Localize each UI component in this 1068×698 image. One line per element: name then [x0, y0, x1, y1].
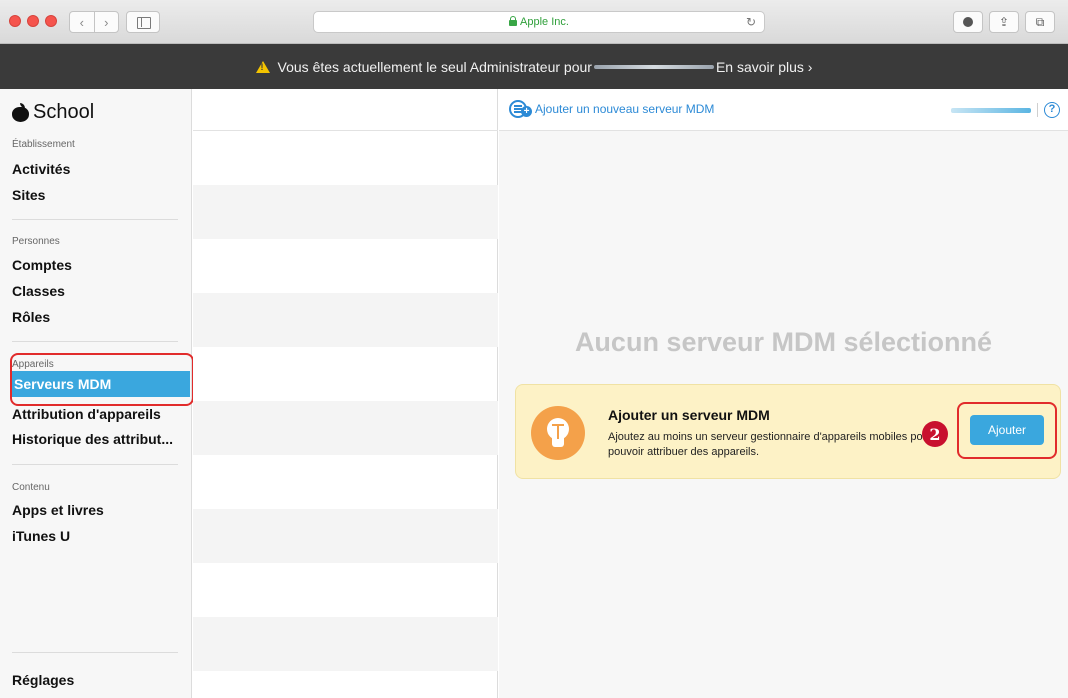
warning-icon: [255, 60, 270, 73]
sidebar-divider: [12, 464, 178, 465]
tabs-icon: ⧉: [1035, 14, 1045, 29]
sidebar-toggle-icon[interactable]: [126, 11, 160, 33]
list-header: [193, 89, 498, 131]
server-list: [193, 89, 498, 698]
reload-icon[interactable]: ↻: [746, 15, 756, 29]
section-heading-personnes: Personnes: [12, 236, 60, 247]
downloads-button[interactable]: [953, 11, 983, 33]
sidebar: School Établissement Activités Sites Per…: [0, 89, 194, 698]
add-server-label: Ajouter un nouveau serveur MDM: [535, 102, 715, 116]
detail-header: + Ajouter un nouveau serveur MDM ?: [499, 89, 1068, 131]
share-button[interactable]: ⇪: [989, 11, 1019, 33]
history-nav: ‹ ›: [69, 11, 119, 33]
brand-text: School: [33, 101, 95, 123]
callout-highlight-1: [10, 353, 194, 406]
lock-icon: [509, 16, 518, 26]
download-icon: [963, 17, 973, 27]
add-server-icon: +: [509, 100, 532, 118]
share-icon: ⇪: [998, 15, 1010, 29]
list-row: [193, 185, 498, 239]
callout-highlight-2: [957, 402, 1057, 459]
banner-text: Vous êtes actuellement le seul Administr…: [277, 58, 592, 75]
sidebar-item-itunes-u[interactable]: iTunes U: [12, 528, 70, 544]
card-title: Ajouter un serveur MDM: [608, 407, 770, 423]
sidebar-item-apps-livres[interactable]: Apps et livres: [12, 502, 104, 518]
admin-warning-banner: Vous êtes actuellement le seul Administr…: [0, 44, 1068, 89]
sidebar-divider: [12, 219, 178, 220]
sidebar-item-roles[interactable]: Rôles: [12, 309, 50, 325]
address-bar[interactable]: Apple Inc. ↻: [313, 11, 765, 33]
sidebar-item-classes[interactable]: Classes: [12, 283, 65, 299]
empty-state-title: Aucun serveur MDM sélectionné: [574, 327, 993, 357]
section-heading-contenu: Contenu: [12, 482, 50, 493]
sidebar-item-activites[interactable]: Activités: [12, 161, 70, 177]
back-icon[interactable]: ‹: [70, 12, 94, 32]
sidebar-item-historique[interactable]: Historique des attribut...: [12, 431, 173, 447]
sidebar-item-attribution[interactable]: Attribution d'appareils: [12, 406, 161, 422]
app-brand: School: [12, 101, 94, 124]
lightbulb-icon: [531, 406, 585, 460]
add-mdm-server-link[interactable]: + Ajouter un nouveau serveur MDM: [509, 100, 714, 118]
add-server-card: Ajouter un serveur MDM Ajoutez au moins …: [515, 384, 1061, 479]
sidebar-item-comptes[interactable]: Comptes: [12, 257, 72, 273]
section-heading-etablissement: Établissement: [12, 139, 75, 150]
sidebar-divider: [12, 652, 178, 653]
list-row: [193, 617, 498, 671]
minimize-window-button[interactable]: [27, 15, 39, 27]
learn-more-link[interactable]: En savoir plus ›: [716, 59, 812, 75]
help-icon[interactable]: ?: [1044, 102, 1060, 118]
list-row: [193, 401, 498, 455]
list-row: [193, 293, 498, 347]
redacted-account-name[interactable]: [951, 108, 1031, 113]
address-text: Apple Inc.: [520, 16, 569, 28]
sidebar-item-sites[interactable]: Sites: [12, 187, 45, 203]
list-row: [193, 509, 498, 563]
sidebar-divider: [12, 341, 178, 342]
sidebar-item-reglages[interactable]: Réglages: [12, 672, 74, 688]
apple-logo-icon: [12, 103, 29, 122]
tabs-overview-button[interactable]: ⧉: [1025, 11, 1055, 33]
close-window-button[interactable]: [9, 15, 21, 27]
browser-toolbar: ‹ › Apple Inc. ↻ ⇪ ⧉: [0, 0, 1068, 44]
forward-icon[interactable]: ›: [93, 12, 119, 32]
redacted-org-name: [593, 64, 714, 69]
card-description: Ajoutez au moins un serveur gestionnaire…: [608, 431, 933, 458]
step-badge-2: 2: [922, 421, 948, 447]
detail-pane: + Ajouter un nouveau serveur MDM ? Aucun…: [499, 89, 1068, 698]
zoom-window-button[interactable]: [45, 15, 57, 27]
header-divider: [1037, 103, 1038, 117]
